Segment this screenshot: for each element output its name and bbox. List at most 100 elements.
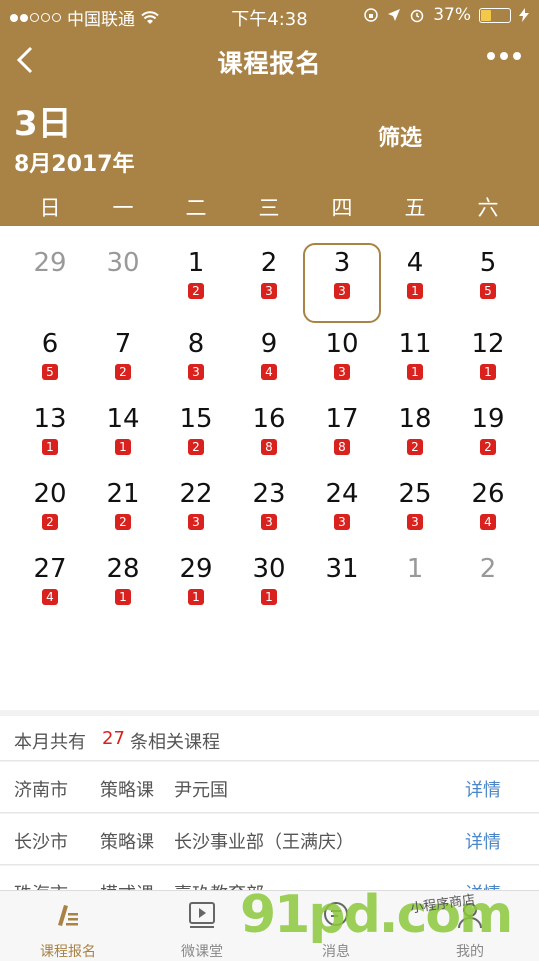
course-count-badge: 2: [188, 283, 204, 299]
calendar-grid: 29 30 1 2 2 3 3 3 4 1 5 5 6 5 7 2 8 3 9 4 10 3 11 1 12 1 13 1 14 1 15 2…: [0, 226, 539, 710]
day-number: 29: [179, 554, 213, 584]
calendar-day[interactable]: 55: [452, 248, 524, 318]
day-number: 24: [325, 479, 359, 509]
course-city: 济南市: [14, 780, 68, 801]
calendar-day[interactable]: 10 3: [306, 329, 378, 399]
tab-mine[interactable]: 我的: [416, 891, 524, 961]
day-number: 21: [106, 479, 140, 509]
day-number: 1: [406, 554, 424, 584]
course-count-badge: 1: [115, 439, 131, 455]
course-count-badge: 1: [407, 364, 423, 380]
course-count-badge: 2: [480, 439, 496, 455]
course-row[interactable]: 长沙市 策略课 长沙事业部（王满庆） 详情: [0, 814, 539, 865]
weekday-label: 二: [185, 196, 207, 220]
day-number: 1: [187, 248, 205, 278]
calendar-day[interactable]: 28 1: [87, 554, 159, 624]
calendar-day[interactable]: 29: [14, 248, 86, 318]
weekday-row: 日一二三四五六: [0, 192, 539, 226]
summary-prefix: 本月共有: [14, 732, 86, 753]
calendar-day[interactable]: 94: [233, 329, 305, 399]
day-number: 23: [252, 479, 286, 509]
calendar-day[interactable]: 29 1: [160, 554, 232, 624]
calendar-day[interactable]: 33: [306, 248, 378, 318]
day-number: 28: [106, 554, 140, 584]
day-number: 6: [41, 329, 59, 359]
tab-micro-class[interactable]: 微课堂: [148, 891, 256, 961]
tab-label: 消息: [322, 944, 350, 960]
calendar-day[interactable]: 14 1: [87, 404, 159, 474]
day-number: 30: [252, 554, 286, 584]
course-count-badge: 3: [334, 283, 350, 299]
course-summary: 本月共有 27 条相关课程: [0, 716, 539, 761]
tab-label: 微课堂: [181, 944, 223, 960]
detail-link[interactable]: 详情: [465, 776, 501, 802]
calendar-day[interactable]: 31: [306, 554, 378, 624]
calendar-day[interactable]: 24 3: [306, 479, 378, 549]
calendar-day[interactable]: 41: [379, 248, 451, 318]
header: 课程报名 3日 8月2017年 筛选 日 一 二 三 四 五 六: [0, 30, 539, 226]
calendar-day[interactable]: 21 2: [87, 479, 159, 549]
day-number: 9: [260, 329, 278, 359]
calendar-day[interactable]: 25 3: [379, 479, 451, 549]
course-organizer: 尹元国: [174, 780, 228, 801]
calendar-day[interactable]: 27 4: [14, 554, 86, 624]
message-icon: [324, 902, 348, 926]
calendar-day[interactable]: 18 2: [379, 404, 451, 474]
calendar-day[interactable]: 22 3: [160, 479, 232, 549]
day-number: 3: [333, 248, 351, 278]
course-count-badge: 3: [188, 364, 204, 380]
calendar-day[interactable]: 12 1: [452, 329, 524, 399]
detail-link[interactable]: 详情: [465, 828, 501, 854]
calendar-day[interactable]: 13 1: [14, 404, 86, 474]
course-count-badge: 4: [261, 364, 277, 380]
more-icon[interactable]: [487, 52, 521, 60]
course-count-badge: 4: [480, 514, 496, 530]
calendar-day[interactable]: 2: [452, 554, 524, 624]
calendar-day[interactable]: 72: [87, 329, 159, 399]
calendar-day[interactable]: 30 1: [233, 554, 305, 624]
day-number: 15: [179, 404, 213, 434]
calendar-day[interactable]: 11 1: [379, 329, 451, 399]
calendar-day[interactable]: 23 3: [233, 479, 305, 549]
calendar-day[interactable]: 26 4: [452, 479, 524, 549]
alarm-icon: [410, 9, 424, 23]
calendar-day[interactable]: 20 2: [14, 479, 86, 549]
calendar-day[interactable]: 16 8: [233, 404, 305, 474]
day-number: 16: [252, 404, 286, 434]
course-count-badge: 8: [261, 439, 277, 455]
calendar-day[interactable]: 23: [233, 248, 305, 318]
location-icon: [388, 9, 401, 21]
calendar-day[interactable]: 65: [14, 329, 86, 399]
day-number: 27: [33, 554, 67, 584]
calendar-day[interactable]: 1: [379, 554, 451, 624]
course-count-badge: 1: [42, 439, 58, 455]
tab-course-signup[interactable]: 课程报名: [14, 891, 122, 961]
pen-icon: [58, 905, 78, 926]
calendar-day[interactable]: 17 8: [306, 404, 378, 474]
course-count-badge: 1: [188, 589, 204, 605]
calendar-day[interactable]: 12: [160, 248, 232, 318]
day-number: 31: [325, 554, 359, 584]
weekday-label: 三: [258, 196, 280, 220]
person-icon: [458, 903, 482, 929]
day-number: 20: [33, 479, 67, 509]
calendar-day[interactable]: 19 2: [452, 404, 524, 474]
course-count-badge: 3: [407, 514, 423, 530]
course-count-badge: 1: [407, 283, 423, 299]
course-count-badge: 2: [115, 514, 131, 530]
course-count-badge: 3: [334, 364, 350, 380]
video-icon: [189, 902, 215, 928]
tab-label: 我的: [456, 944, 484, 960]
course-type: 策略课: [100, 832, 154, 853]
calendar-day[interactable]: 83: [160, 329, 232, 399]
charging-icon: [519, 8, 529, 22]
calendar-day[interactable]: 15 2: [160, 404, 232, 474]
day-number: 11: [398, 329, 432, 359]
tab-messages[interactable]: 消息: [282, 891, 390, 961]
weekday-label: 四: [331, 196, 353, 220]
calendar-day[interactable]: 30: [87, 248, 159, 318]
day-number: 19: [471, 404, 505, 434]
course-row[interactable]: 济南市 策略课 尹元国 详情: [0, 762, 539, 813]
filter-button[interactable]: 筛选: [378, 120, 422, 152]
page-title: 课程报名: [217, 49, 322, 78]
